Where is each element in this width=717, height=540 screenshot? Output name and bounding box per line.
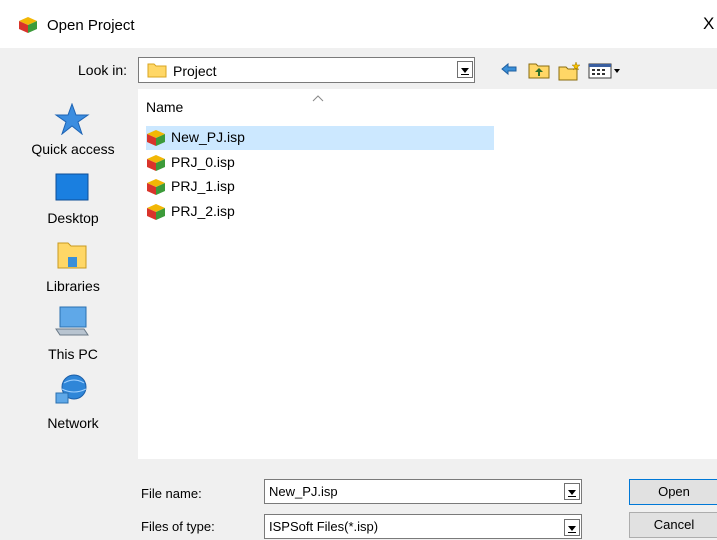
place-label: Libraries	[46, 278, 100, 294]
new-folder-icon	[558, 61, 581, 81]
project-cube-icon	[146, 129, 166, 150]
file-type-label: Files of type:	[141, 519, 215, 534]
place-network[interactable]: Network	[12, 373, 134, 435]
file-row[interactable]: PRJ_1.isp	[146, 175, 346, 199]
up-folder-icon	[528, 63, 550, 79]
close-button[interactable]: X	[703, 14, 717, 34]
back-icon	[501, 62, 517, 76]
file-name: PRJ_2.isp	[171, 203, 235, 219]
view-menu-button[interactable]	[588, 61, 626, 81]
computer-icon	[54, 305, 90, 342]
star-icon	[54, 102, 90, 138]
project-cube-icon	[146, 178, 166, 199]
column-header-name[interactable]: Name	[146, 99, 183, 115]
file-name-combo[interactable]: New_PJ.isp	[264, 479, 582, 504]
title-bar: Open Project X	[0, 0, 717, 48]
back-button[interactable]	[500, 61, 518, 81]
place-label: Quick access	[31, 141, 115, 157]
up-folder-button[interactable]	[528, 61, 550, 81]
file-row[interactable]: PRJ_0.isp	[146, 151, 346, 175]
place-label: This PC	[48, 346, 98, 362]
file-name-value: New_PJ.isp	[269, 484, 338, 499]
file-name-dropdown-arrow[interactable]	[564, 483, 580, 500]
place-this-pc[interactable]: This PC	[12, 305, 134, 367]
network-icon	[54, 373, 90, 410]
view-menu-icon	[588, 63, 620, 79]
chevron-down-icon	[461, 68, 469, 73]
file-type-dropdown-arrow[interactable]	[564, 519, 580, 536]
file-row[interactable]: New_PJ.isp	[146, 126, 494, 150]
chevron-down-icon	[568, 526, 576, 531]
folder-icon	[147, 62, 167, 81]
file-row[interactable]: PRJ_2.isp	[146, 200, 346, 224]
dialog-title: Open Project	[47, 17, 135, 34]
libraries-icon	[54, 239, 90, 274]
open-button[interactable]: Open	[629, 479, 717, 505]
look-in-dropdown-arrow[interactable]	[457, 61, 473, 78]
place-libraries[interactable]: Libraries	[12, 239, 134, 301]
file-name: PRJ_1.isp	[171, 178, 235, 194]
places-bar: Quick access Desktop Libraries This PC N…	[12, 89, 134, 459]
desktop-icon	[54, 173, 90, 208]
project-cube-icon	[18, 16, 38, 37]
sort-ascending-icon	[312, 89, 324, 105]
place-quick-access[interactable]: Quick access	[12, 102, 134, 165]
file-name: New_PJ.isp	[171, 129, 245, 145]
file-name: PRJ_0.isp	[171, 154, 235, 170]
cancel-button[interactable]: Cancel	[629, 512, 717, 538]
place-label: Network	[47, 415, 99, 431]
look-in-dropdown[interactable]: Project	[138, 57, 475, 83]
look-in-label: Look in:	[78, 62, 128, 78]
new-folder-button[interactable]	[558, 61, 582, 81]
file-list[interactable]: Name New_PJ.isp PRJ_0.isp PRJ_1.isp PRJ_…	[138, 89, 717, 459]
place-desktop[interactable]: Desktop	[12, 173, 134, 235]
chevron-down-icon	[568, 490, 576, 495]
look-in-value: Project	[173, 63, 217, 79]
file-type-value: ISPSoft Files(*.isp)	[269, 519, 379, 534]
project-cube-icon	[146, 154, 166, 175]
file-type-select[interactable]: ISPSoft Files(*.isp)	[264, 514, 582, 539]
place-label: Desktop	[47, 210, 99, 226]
file-name-label: File name:	[141, 486, 202, 501]
project-cube-icon	[146, 203, 166, 224]
